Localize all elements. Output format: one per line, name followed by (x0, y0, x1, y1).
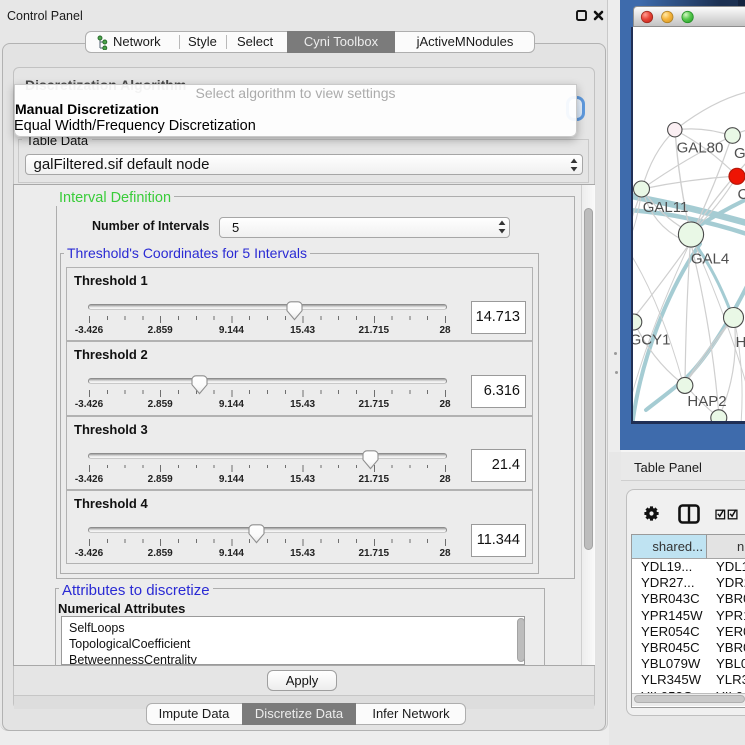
svg-text:GAL80: GAL80 (677, 140, 724, 157)
svg-text:GAL4: GAL4 (691, 251, 729, 268)
svg-text:CDC: CDC (738, 186, 745, 203)
svg-text:GAL7: GAL7 (734, 145, 745, 162)
svg-text:GAL11: GAL11 (643, 199, 689, 216)
svg-text:HIS4: HIS4 (736, 334, 745, 351)
svg-text:GCY1: GCY1 (633, 332, 670, 349)
svg-text:HAP2: HAP2 (687, 393, 726, 410)
